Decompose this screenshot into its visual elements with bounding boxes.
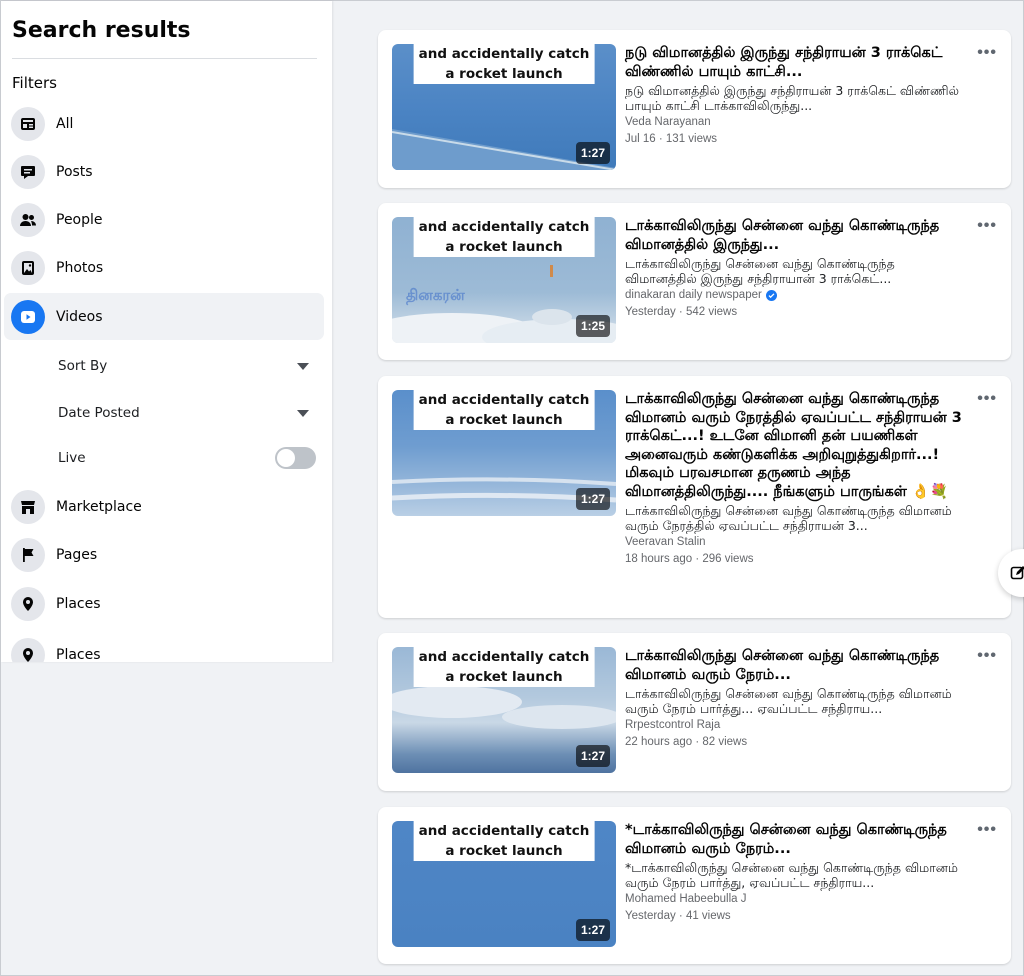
video-result[interactable]: and accidentally catch a rocket launch 1… bbox=[378, 376, 1011, 618]
video-caption: and accidentally catch a rocket launch bbox=[413, 390, 595, 430]
date-posted-label: Date Posted bbox=[58, 405, 140, 421]
sidebar-item-label: Places bbox=[56, 646, 101, 663]
posts-icon bbox=[11, 154, 45, 189]
more-options-icon[interactable]: ••• bbox=[977, 44, 997, 62]
author-name[interactable]: dinakaran daily newspaper bbox=[625, 289, 762, 301]
video-author[interactable]: dinakaran daily newspaper bbox=[625, 289, 965, 301]
sidebar-item-label: Places bbox=[56, 595, 101, 612]
video-duration: 1:27 bbox=[575, 745, 610, 767]
video-duration: 1:25 bbox=[575, 315, 610, 337]
marketplace-icon bbox=[11, 489, 45, 524]
video-meta: Yesterday · 542 views bbox=[625, 306, 738, 318]
sidebar-divider bbox=[12, 58, 317, 59]
video-title[interactable]: நடு விமானத்தில் இருந்து சந்திராயன் 3 ராக… bbox=[625, 44, 965, 81]
caret-down-icon bbox=[297, 409, 309, 417]
sidebar-item-places-2[interactable]: Places bbox=[4, 631, 324, 662]
sidebar-item-photos[interactable]: Photos bbox=[4, 244, 324, 291]
sidebar-item-label: Videos bbox=[56, 308, 103, 325]
video-meta: Jul 16 · 131 views bbox=[625, 133, 718, 145]
video-thumbnail[interactable]: and accidentally catch a rocket launch 1… bbox=[392, 44, 616, 170]
caret-down-icon bbox=[297, 362, 309, 370]
video-thumbnail[interactable]: தினகரன் and accidentally catch a rocket … bbox=[392, 217, 616, 343]
sidebar-item-all[interactable]: All bbox=[4, 100, 324, 147]
search-sidebar: Search results Filters All Posts People … bbox=[1, 1, 332, 662]
page-title: Search results bbox=[12, 18, 191, 43]
live-label: Live bbox=[58, 450, 86, 466]
sidebar-item-label: Photos bbox=[56, 259, 104, 276]
sidebar-item-label: Pages bbox=[56, 546, 98, 563]
sidebar-item-pages[interactable]: Pages bbox=[4, 531, 324, 578]
news-feed-icon bbox=[11, 106, 45, 141]
sidebar-item-label: Posts bbox=[56, 163, 93, 180]
photos-icon bbox=[11, 250, 45, 285]
sort-by-label: Sort By bbox=[58, 358, 108, 374]
video-result[interactable]: and accidentally catch a rocket launch 1… bbox=[378, 633, 1011, 791]
sidebar-item-videos[interactable]: Videos bbox=[4, 293, 324, 340]
video-author[interactable]: Veda Narayanan bbox=[625, 116, 965, 128]
news-watermark: தினகரன் bbox=[406, 287, 465, 304]
video-duration: 1:27 bbox=[575, 142, 610, 164]
video-thumbnail[interactable]: and accidentally catch a rocket launch 1… bbox=[392, 647, 616, 773]
live-toggle[interactable] bbox=[275, 447, 316, 469]
compose-icon bbox=[1010, 566, 1024, 580]
author-name[interactable]: Mohamed Habeebulla J bbox=[625, 893, 746, 905]
more-options-icon[interactable]: ••• bbox=[977, 390, 997, 408]
video-title[interactable]: டாக்காவிலிருந்து சென்னை வந்து கொண்டிருந்… bbox=[625, 647, 965, 684]
people-icon bbox=[11, 202, 45, 237]
video-author[interactable]: Mohamed Habeebulla J bbox=[625, 893, 965, 905]
more-options-icon[interactable]: ••• bbox=[977, 217, 997, 235]
video-thumbnail[interactable]: and accidentally catch a rocket launch 1… bbox=[392, 821, 616, 947]
more-options-icon[interactable]: ••• bbox=[977, 821, 997, 839]
video-caption: and accidentally catch a rocket launch bbox=[413, 44, 595, 84]
date-posted-dropdown[interactable]: Date Posted bbox=[58, 398, 316, 428]
sidebar-item-places[interactable]: Places bbox=[4, 580, 324, 627]
video-result[interactable]: and accidentally catch a rocket launch 1… bbox=[378, 30, 1011, 188]
author-name[interactable]: Veeravan Stalin bbox=[625, 536, 706, 548]
sidebar-item-label: Marketplace bbox=[56, 498, 142, 515]
video-author[interactable]: Rrpestcontrol Raja bbox=[625, 719, 965, 731]
video-result[interactable]: and accidentally catch a rocket launch 1… bbox=[378, 807, 1011, 964]
video-description: டாக்காவிலிருந்து சென்னை வந்து கொண்டிருந்… bbox=[625, 256, 895, 286]
author-name[interactable]: Rrpestcontrol Raja bbox=[625, 719, 720, 731]
video-caption: and accidentally catch a rocket launch bbox=[413, 647, 595, 687]
video-meta: Yesterday · 41 views bbox=[625, 910, 731, 922]
video-title[interactable]: டாக்காவிலிருந்து சென்னை வந்து கொண்டிருந்… bbox=[625, 390, 965, 501]
video-duration: 1:27 bbox=[575, 488, 610, 510]
sidebar-item-label: People bbox=[56, 211, 103, 228]
verified-badge-icon bbox=[765, 289, 777, 301]
location-pin-icon bbox=[11, 637, 45, 662]
flag-icon bbox=[11, 537, 45, 572]
video-description: நடு விமானத்தில் இருந்து சந்திராயன் 3 ராக… bbox=[625, 83, 960, 113]
video-author[interactable]: Veeravan Stalin bbox=[625, 536, 965, 548]
video-meta: 18 hours ago · 296 views bbox=[625, 553, 754, 565]
video-title[interactable]: *டாக்காவிலிருந்து சென்னை வந்து கொண்டிருந… bbox=[625, 821, 965, 858]
video-play-icon bbox=[11, 299, 45, 334]
more-options-icon[interactable]: ••• bbox=[977, 647, 997, 665]
video-meta: 22 hours ago · 82 views bbox=[625, 736, 748, 748]
video-description: டாக்காவிலிருந்து சென்னை வந்து கொண்டிருந்… bbox=[625, 503, 952, 533]
video-title[interactable]: டாக்காவிலிருந்து சென்னை வந்து கொண்டிருந்… bbox=[625, 217, 965, 254]
video-description: டாக்காவிலிருந்து சென்னை வந்து கொண்டிருந்… bbox=[625, 686, 952, 716]
video-description: *டாக்காவிலிருந்து சென்னை வந்து கொண்டிருந… bbox=[625, 860, 958, 890]
location-pin-icon bbox=[11, 586, 45, 621]
filters-heading: Filters bbox=[12, 74, 57, 92]
video-caption: and accidentally catch a rocket launch bbox=[413, 217, 595, 257]
sidebar-item-posts[interactable]: Posts bbox=[4, 148, 324, 195]
sidebar-item-people[interactable]: People bbox=[4, 196, 324, 243]
sidebar-item-marketplace[interactable]: Marketplace bbox=[4, 483, 324, 530]
video-caption: and accidentally catch a rocket launch bbox=[413, 821, 595, 861]
sidebar-item-label: All bbox=[56, 115, 74, 132]
video-result[interactable]: தினகரன் and accidentally catch a rocket … bbox=[378, 203, 1011, 360]
video-thumbnail[interactable]: and accidentally catch a rocket launch 1… bbox=[392, 390, 616, 516]
author-name[interactable]: Veda Narayanan bbox=[625, 116, 711, 128]
video-duration: 1:27 bbox=[575, 919, 610, 941]
live-filter: Live bbox=[58, 443, 316, 473]
sort-by-dropdown[interactable]: Sort By bbox=[58, 351, 316, 381]
